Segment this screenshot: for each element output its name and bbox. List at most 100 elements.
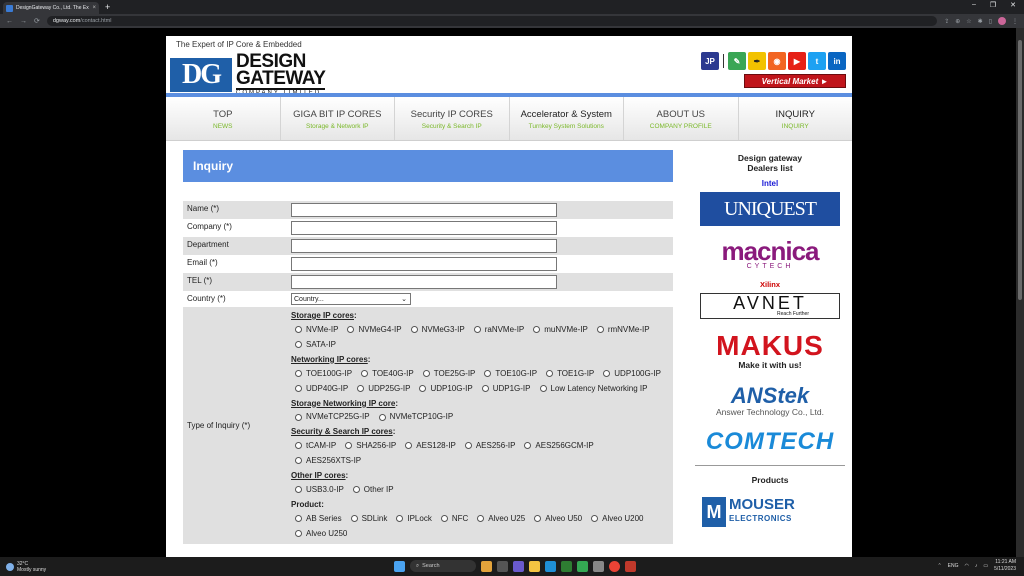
radio-option[interactable]: TOE25G-IP [419, 367, 475, 381]
radio-button[interactable] [481, 384, 489, 392]
radio-option[interactable]: UDP1G-IP [478, 382, 531, 396]
radio-button[interactable] [357, 384, 365, 392]
radio-option[interactable]: NFC [437, 512, 468, 526]
menu-item-inquiry[interactable]: INQUIRY INQUIRY [739, 97, 853, 140]
radio-button[interactable] [484, 369, 492, 377]
menu-item-about[interactable]: ABOUT US COMPANY PROFILE [624, 97, 739, 140]
radio-option[interactable]: muNVMe-IP [529, 323, 588, 337]
radio-button[interactable] [464, 442, 472, 450]
radio-button[interactable] [295, 457, 302, 465]
radio-option[interactable]: USB3.0-IP [291, 483, 344, 497]
weather-widget[interactable]: 32°C Mostly sunny [6, 561, 46, 573]
avnet-logo[interactable]: AVNET Reach Further [700, 293, 840, 319]
taskbar-search[interactable]: ⌕ Search [410, 560, 476, 572]
radio-option[interactable]: SDLink [347, 512, 387, 526]
app-icon[interactable] [593, 560, 604, 572]
jp-language-button[interactable]: JP [701, 52, 719, 70]
teams-icon[interactable] [513, 560, 524, 572]
radio-option[interactable]: UDP10G-IP [415, 382, 473, 396]
radio-button[interactable] [361, 369, 369, 377]
macnica-logo[interactable]: macnica CYTECH [700, 234, 840, 276]
radio-option[interactable]: UDP100G-IP [599, 367, 661, 381]
radio-option[interactable]: Low Latency Networking IP [536, 382, 647, 396]
radio-button[interactable] [422, 369, 430, 377]
store-icon[interactable] [561, 560, 572, 572]
youtube-icon[interactable]: ▶ [788, 52, 806, 70]
uniquest-logo[interactable]: UNIQUEST [700, 192, 840, 226]
menu-kebab-icon[interactable]: ⋮ [1012, 18, 1018, 25]
new-tab-button[interactable]: + [105, 2, 110, 12]
battery-icon[interactable]: ▭ [983, 563, 988, 569]
radio-button[interactable] [295, 486, 302, 494]
radio-button[interactable] [419, 384, 427, 392]
menu-item-gigabit[interactable]: GIGA BIT IP CORES Storage & Network IP [281, 97, 395, 140]
radio-button[interactable] [534, 514, 542, 522]
page-scrollbar[interactable] [1016, 28, 1024, 557]
radio-button[interactable] [546, 369, 554, 377]
radio-option[interactable]: TOE100G-IP [291, 367, 352, 381]
radio-option[interactable]: TOE1G-IP [542, 367, 594, 381]
sidepanel-icon[interactable]: ▯ [989, 18, 992, 25]
radio-button[interactable] [477, 514, 485, 522]
radio-option[interactable]: AES128-IP [401, 439, 456, 453]
radio-button[interactable] [410, 326, 418, 334]
makus-logo[interactable]: MAKUS Make it with us! [700, 327, 840, 375]
menu-item-accelerator[interactable]: Accelerator & System Turnkey System Solut… [510, 97, 624, 140]
radio-option[interactable]: UDP25G-IP [353, 382, 410, 396]
email-input[interactable] [291, 257, 557, 271]
radio-button[interactable] [473, 326, 481, 334]
radio-button[interactable] [603, 369, 611, 377]
radio-option[interactable]: SATA-IP [291, 338, 336, 352]
url-field[interactable]: dgway.com/contact.html [46, 16, 938, 26]
acrobat-icon[interactable] [625, 560, 636, 572]
department-input[interactable] [291, 239, 557, 253]
back-button[interactable]: ← [6, 18, 13, 25]
radio-option[interactable]: NVMeTCP25G-IP [291, 410, 370, 424]
radio-button[interactable] [405, 442, 413, 450]
zoom-icon[interactable]: ⊕ [955, 18, 960, 25]
scrollbar-thumb[interactable] [1018, 40, 1022, 300]
vertical-market-button[interactable]: Vertical Market ► [744, 74, 846, 88]
name-input[interactable] [291, 203, 557, 217]
radio-button[interactable] [378, 413, 386, 421]
radio-option[interactable]: rmNVMe-IP [593, 323, 650, 337]
radio-option[interactable]: Alveo U25 [473, 512, 525, 526]
line-icon[interactable] [577, 560, 588, 572]
mouser-logo[interactable]: M MOUSER ELECTRONICS [702, 493, 838, 531]
edge-icon[interactable] [545, 560, 556, 572]
menu-item-security[interactable]: Security IP CORES Security & Search IP [395, 97, 510, 140]
radio-button[interactable] [295, 514, 302, 522]
radio-button[interactable] [295, 413, 302, 421]
radio-button[interactable] [533, 326, 541, 334]
share-icon[interactable]: ⇪ [944, 18, 949, 25]
radio-button[interactable] [524, 442, 532, 450]
twitter-icon[interactable]: t [808, 52, 826, 70]
reload-button[interactable]: ⟳ [34, 17, 40, 25]
radio-button[interactable] [295, 442, 302, 450]
radio-option[interactable]: TOE10G-IP [480, 367, 537, 381]
radio-button[interactable] [591, 514, 599, 522]
radio-button[interactable] [295, 529, 302, 537]
radio-button[interactable] [396, 514, 404, 522]
radio-option[interactable]: AES256-IP [461, 439, 515, 453]
browser-tab[interactable]: DesignGateway Co., Ltd. The Exp × [3, 2, 99, 14]
radio-option[interactable]: NVMeTCP10G-IP [375, 410, 453, 424]
radio-option[interactable]: raNVMe-IP [470, 323, 524, 337]
radio-option[interactable]: TOE40G-IP [357, 367, 414, 381]
radio-button[interactable] [295, 326, 302, 334]
widgets-icon[interactable] [481, 560, 492, 572]
linkedin-icon[interactable]: in [828, 52, 846, 70]
radio-option[interactable]: Alveo U200 [587, 512, 644, 526]
tab-close-icon[interactable]: × [92, 5, 96, 11]
radio-button[interactable] [596, 326, 604, 334]
radio-option[interactable]: NVMe-IP [291, 323, 338, 337]
radio-option[interactable]: AES256XTS-IP [291, 454, 361, 468]
edit-icon[interactable]: ✎ [728, 52, 746, 70]
radio-button[interactable] [295, 341, 302, 349]
radio-option[interactable]: NVMeG4-IP [343, 323, 402, 337]
site-logo[interactable]: DG DESIGN GATEWAY COMPANY LIMITED [170, 52, 326, 96]
radio-option[interactable]: Other IP [349, 483, 394, 497]
wifi-icon[interactable]: ◠ [965, 563, 969, 569]
language-indicator[interactable]: ENG [948, 563, 959, 569]
radio-button[interactable] [350, 514, 358, 522]
